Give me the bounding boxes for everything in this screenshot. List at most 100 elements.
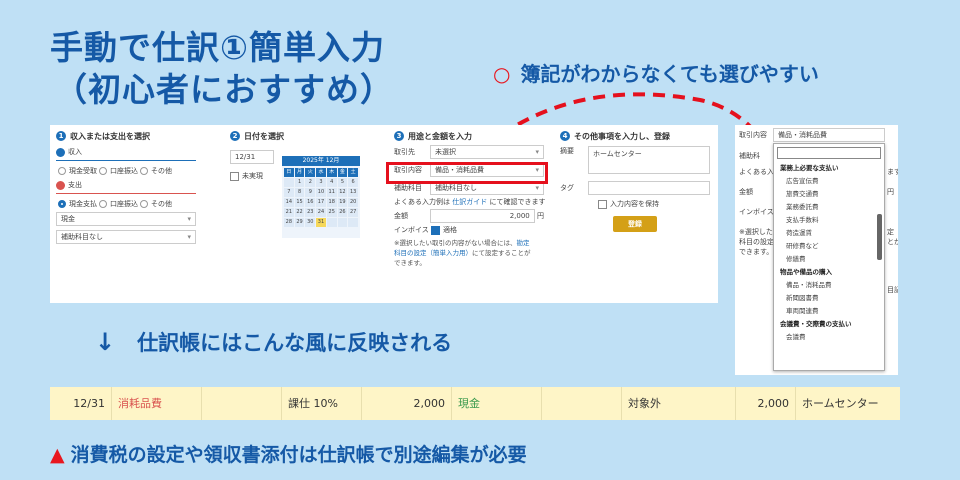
account-select[interactable]: 現金	[56, 212, 196, 226]
income-toggle[interactable]: 収入	[56, 146, 196, 158]
tag-input[interactable]	[588, 181, 710, 195]
journal-debit-account[interactable]: 消耗品費	[112, 387, 202, 420]
radio-cash-pay[interactable]	[58, 200, 66, 208]
income-opt-other: その他	[151, 167, 172, 175]
income-opt-cash: 現金受取	[69, 167, 97, 175]
dropdown-option[interactable]: 業務委託費	[774, 201, 884, 214]
warning-text: 消費税の設定や領収書添付は仕訳帳で別途編集が必要	[70, 444, 527, 466]
dropdown-option[interactable]: 備品・消耗品費	[774, 279, 884, 292]
step3-label: 用途と金額を入力	[408, 131, 472, 141]
guide-suffix: にて確認できます	[489, 198, 546, 206]
calendar-day[interactable]: 14	[284, 198, 294, 207]
calendar-day[interactable]: 22	[294, 208, 305, 217]
dropdown-items: 業務上必要な支払い 広告宣伝費 旅費交通費 業務委託費 支払手数料 荷造運賃 研修費など 修繕…	[774, 162, 884, 344]
content-dropdown-panel: 取引内容 備品・消耗品費 補助科 よくある入 金額 インボイス ※選択した 科目…	[735, 125, 898, 375]
expense-opt-bank: 口座振込	[110, 200, 138, 208]
calendar-day[interactable]: 10	[316, 188, 326, 197]
note-link1[interactable]: 勘定	[516, 239, 529, 247]
expense-opt-cash: 現金支払	[69, 200, 97, 208]
tag-label: タグ	[560, 184, 574, 192]
calendar-day[interactable]: 21	[284, 208, 294, 217]
unpaid-checkbox[interactable]	[230, 171, 239, 181]
dropdown-option[interactable]: 広告宣伝費	[774, 175, 884, 188]
calendar-day[interactable]: 6	[348, 178, 358, 187]
date-input[interactable]: 12/31	[230, 150, 274, 164]
calendar-day[interactable]: 25	[326, 208, 337, 217]
calendar-day[interactable]: 1	[294, 178, 305, 187]
minus-icon	[56, 180, 65, 190]
expense-toggle[interactable]: 支出	[56, 179, 196, 191]
radio-other-pay[interactable]	[140, 200, 148, 208]
calendar-day[interactable]: 30	[305, 218, 316, 227]
sub-account-select[interactable]: 補助科目なし	[56, 230, 196, 244]
dropdown-option[interactable]: 研修費など	[774, 240, 884, 253]
partner-select[interactable]: 未選択	[430, 145, 544, 159]
amount-label: 金額	[394, 212, 408, 220]
calendar-day[interactable]: 20	[348, 198, 358, 207]
calendar-day[interactable]: 15	[294, 198, 305, 207]
calendar-day[interactable]: 19	[337, 198, 348, 207]
dropdown-option[interactable]: 車両関連費	[774, 305, 884, 318]
dropdown-option[interactable]: 支払手数料	[774, 214, 884, 227]
step3-section: 3用途と金額を入力 取引先未選択 取引内容備品・消耗品費 補助科目補助科目なし …	[394, 130, 546, 268]
memo-textarea[interactable]: ホームセンター	[588, 146, 710, 174]
calendar-day[interactable]: 11	[326, 188, 337, 197]
dropdown-option[interactable]: 会議費	[774, 331, 884, 344]
calendar-day[interactable]: 18	[326, 198, 337, 207]
invoice-checkbox[interactable]	[431, 225, 441, 235]
calendar-day[interactable]: 17	[316, 198, 326, 207]
expense-label: 支出	[68, 181, 82, 189]
radio-cash-receive[interactable]	[58, 167, 66, 175]
radio-other-receive[interactable]	[140, 167, 148, 175]
step4-section: 4 その他事項を入力し、登録 摘要 ホームセンター タグ 入力内容を保持 登録	[560, 130, 710, 232]
dropdown-search-input[interactable]	[777, 147, 881, 159]
bg-text: インボイス	[739, 208, 774, 216]
dropdown-option[interactable]: 新聞図書費	[774, 292, 884, 305]
calendar-day[interactable]: 9	[305, 188, 316, 197]
calendar-day[interactable]: 31	[316, 218, 326, 227]
calendar-day[interactable]: 12	[337, 188, 348, 197]
calendar-day[interactable]: 28	[284, 218, 294, 227]
calendar-day[interactable]: 24	[316, 208, 326, 217]
register-button[interactable]: 登録	[613, 216, 657, 232]
dropdown-option[interactable]: 荷造運賃	[774, 227, 884, 240]
journal-credit-account[interactable]: 現金	[452, 387, 542, 420]
dropdown-scrollbar[interactable]	[877, 214, 882, 260]
step2-label: 日付を選択	[244, 131, 284, 141]
yen-label: 円	[537, 212, 544, 220]
calendar-day[interactable]: 4	[326, 178, 337, 187]
slide-title-line1: 手動で仕訳①簡単入力	[50, 28, 385, 67]
calendar-day[interactable]: 8	[294, 188, 305, 197]
dropdown-option[interactable]: 旅費交通費	[774, 188, 884, 201]
dropdown-selected[interactable]: 備品・消耗品費	[773, 128, 885, 142]
calendar-day[interactable]: 2	[305, 178, 316, 187]
bg-text: とが	[887, 238, 898, 246]
note-link2[interactable]: 科目の設定（簡単入力用）	[394, 249, 472, 257]
step1-number: 1	[56, 131, 66, 141]
calendar-day[interactable]: 29	[294, 218, 305, 227]
journal-debit-sub	[202, 387, 282, 420]
calendar-day[interactable]: 13	[348, 188, 358, 197]
calendar-day[interactable]: 3	[316, 178, 326, 187]
amount-input[interactable]: 2,000	[430, 209, 535, 223]
guide-link[interactable]: 仕訳ガイド	[452, 197, 487, 207]
keep-checkbox[interactable]	[598, 199, 607, 209]
calendar-day[interactable]: 26	[337, 208, 348, 217]
calendar-day[interactable]: 5	[337, 178, 348, 187]
step2-section: 2 日付を選択 12/31 未実現 2025年 12月 日月火水木金土123456…	[230, 130, 360, 238]
content-highlight	[386, 162, 548, 184]
calendar-day	[337, 218, 348, 227]
calendar-day[interactable]: 16	[305, 198, 316, 207]
journal-credit-sub	[542, 387, 622, 420]
step2-number: 2	[230, 131, 240, 141]
calendar-day[interactable]: 23	[305, 208, 316, 217]
step3-number: 3	[394, 131, 404, 141]
calendar-day[interactable]: 7	[284, 188, 294, 197]
note-text3: できます。	[394, 259, 426, 267]
keep-label: 入力内容を保持	[610, 200, 659, 208]
dropdown-option[interactable]: 修繕費	[774, 253, 884, 266]
calendar-day[interactable]: 27	[348, 208, 358, 217]
calendar-day	[348, 218, 358, 227]
radio-bank-receive[interactable]	[99, 167, 107, 175]
radio-bank-pay[interactable]	[99, 200, 107, 208]
